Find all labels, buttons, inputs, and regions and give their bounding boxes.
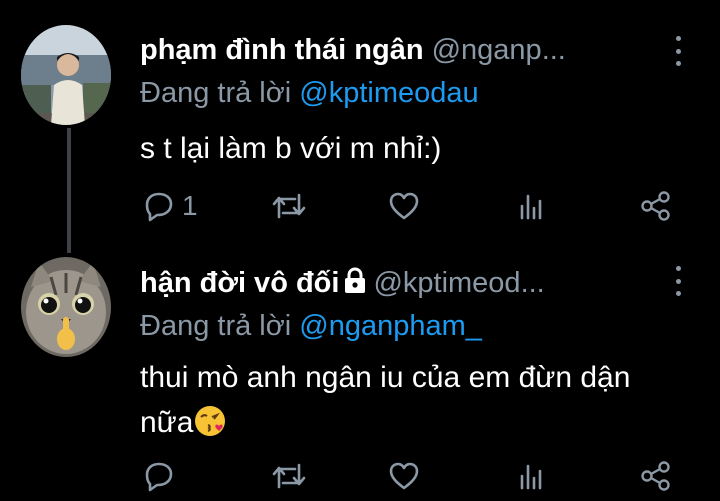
share-button[interactable] [638, 456, 674, 496]
kissing-face-emoji [195, 406, 226, 436]
retweet-icon [272, 193, 306, 219]
reply-icon [145, 462, 173, 492]
replying-mention[interactable]: @kptimeodau [299, 77, 478, 109]
user-handle[interactable]: @nganp... [432, 34, 566, 66]
user-handle[interactable]: @kptimeod... [373, 267, 544, 299]
like-button[interactable] [386, 456, 422, 496]
views-button[interactable] [514, 456, 548, 496]
retweet-button[interactable] [270, 186, 308, 226]
replying-prefix: Đang trả lời [140, 77, 292, 109]
replying-mention[interactable]: @nganpham_ [299, 310, 482, 342]
replying-to: Đang trả lời @nganpham_ [140, 306, 482, 346]
reply-button[interactable]: 1 [140, 186, 198, 226]
tweet-text: s t lại làm b với m nhỉ:) [140, 132, 442, 165]
replying-to: Đang trả lời @kptimeodau [140, 73, 479, 113]
reply-button[interactable] [140, 456, 182, 496]
tweet-2[interactable]: hận đời vô đối @kptimeod... Đang trả lời… [0, 250, 720, 501]
thread-line [67, 128, 71, 253]
tweet-header: phạm đình thái ngân @nganp... [140, 30, 660, 70]
retweet-icon [272, 463, 306, 489]
like-button[interactable] [386, 186, 422, 226]
share-button[interactable] [638, 186, 674, 226]
retweet-button[interactable] [270, 456, 308, 496]
views-button[interactable] [514, 186, 548, 226]
more-vertical-icon[interactable] [668, 36, 688, 66]
display-name[interactable]: hận đời vô đối [140, 267, 339, 299]
share-icon [641, 191, 670, 221]
bar-chart-icon [520, 464, 542, 490]
share-icon [641, 461, 670, 491]
heart-icon [389, 462, 419, 490]
bar-chart-icon [520, 194, 542, 220]
avatar[interactable] [21, 257, 111, 357]
tweet-1[interactable]: phạm đình thái ngân @nganp... Đang trả l… [0, 0, 720, 253]
avatar-photo-man [21, 25, 111, 125]
tweet-header: hận đời vô đối @kptimeod... [140, 263, 660, 303]
tweet-actions [140, 456, 680, 496]
tweet-actions: 1 [140, 186, 680, 226]
avatar-photo-cat [21, 257, 111, 357]
display-name[interactable]: phạm đình thái ngân [140, 34, 424, 66]
more-vertical-icon[interactable] [668, 266, 688, 296]
replying-prefix: Đang trả lời [140, 310, 292, 342]
heart-icon [389, 192, 419, 220]
reply-icon [145, 192, 173, 222]
lock-icon [345, 267, 366, 293]
tweet-text: thui mò anh ngân iu của em đừn dận nữa [140, 355, 680, 445]
reply-count: 1 [182, 190, 198, 221]
avatar[interactable] [21, 25, 111, 125]
